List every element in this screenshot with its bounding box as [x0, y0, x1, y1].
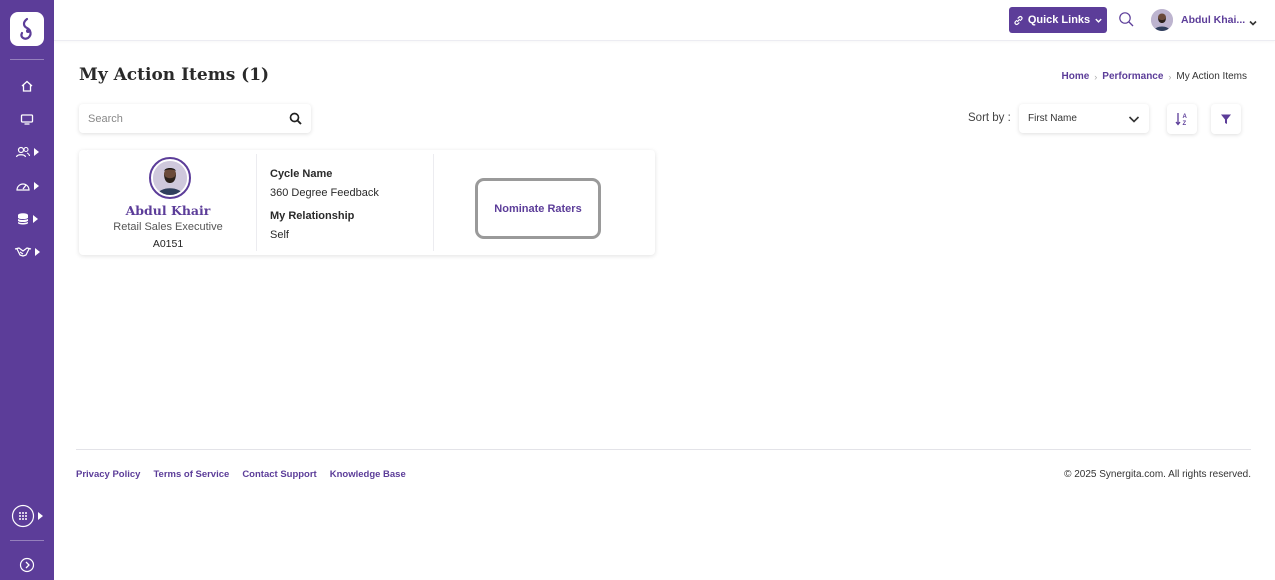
breadcrumb-home[interactable]: Home	[1061, 71, 1089, 82]
column-divider	[256, 154, 257, 251]
search-icon	[1119, 12, 1134, 27]
apps-grid-icon	[11, 504, 35, 528]
footer-link-privacy-policy[interactable]: Privacy Policy	[76, 469, 140, 480]
page-title: My Action Items (1)	[79, 65, 270, 85]
submenu-caret-icon	[38, 512, 43, 520]
chevron-down-icon	[1095, 18, 1102, 23]
user-menu-toggle[interactable]	[1248, 15, 1258, 33]
sidebar-item-desktop[interactable]	[0, 106, 54, 132]
footer-link-terms-of-service[interactable]: Terms of Service	[153, 469, 229, 480]
sort-selected-value: First Name	[1028, 113, 1077, 124]
home-icon	[21, 80, 33, 92]
search-button[interactable]	[289, 112, 302, 130]
search-icon	[289, 112, 302, 125]
svg-text:Z: Z	[1183, 121, 1187, 127]
relationship-value: Self	[270, 229, 289, 241]
action-item-card: Abdul Khair Retail Sales Executive A0151…	[79, 150, 655, 255]
logo-mark-icon	[20, 17, 32, 40]
search-input[interactable]	[79, 104, 279, 133]
avatar-photo	[153, 161, 187, 195]
sidebar-item-people[interactable]	[0, 139, 54, 165]
footer-link-knowledge-base[interactable]: Knowledge Base	[330, 469, 406, 480]
sidebar-divider	[10, 59, 44, 60]
footer-divider	[76, 449, 1251, 450]
sort-order-button[interactable]: A Z	[1167, 104, 1197, 134]
sort-alpha-icon: A Z	[1175, 113, 1188, 127]
desktop-icon	[20, 114, 34, 125]
copyright-text: © 2025 Synergita.com. All rights reserve…	[1064, 469, 1251, 480]
link-icon	[1014, 15, 1023, 25]
user-avatar[interactable]	[1151, 9, 1173, 31]
avatar-photo	[1151, 9, 1173, 31]
quick-links-button[interactable]: Quick Links	[1009, 7, 1107, 33]
chevron-down-icon	[1249, 20, 1257, 26]
breadcrumb-current: My Action Items	[1176, 71, 1247, 82]
breadcrumb-separator-icon: ›	[1168, 71, 1172, 82]
sidebar-item-apps[interactable]	[0, 503, 54, 529]
cycle-name-label: Cycle Name	[270, 168, 333, 180]
footer-link-contact-support[interactable]: Contact Support	[242, 469, 316, 480]
submenu-caret-icon	[33, 215, 38, 223]
submenu-caret-icon	[34, 182, 39, 190]
dashboard-gauge-icon	[16, 183, 30, 191]
sort-label: Sort by :	[968, 112, 1011, 124]
employee-title: Retail Sales Executive	[113, 221, 223, 233]
chevron-down-icon	[1128, 116, 1140, 123]
column-divider	[433, 154, 434, 251]
handshake-icon	[14, 247, 32, 257]
quick-links-label: Quick Links	[1027, 14, 1091, 26]
cycle-name-value: 360 Degree Feedback	[270, 187, 379, 199]
submenu-caret-icon	[34, 148, 39, 156]
people-icon	[15, 146, 31, 158]
user-name[interactable]: Abdul Khai...	[1181, 14, 1245, 26]
sidebar-item-database[interactable]	[0, 206, 54, 232]
svg-text:A: A	[1183, 114, 1188, 120]
submenu-caret-icon	[35, 248, 40, 256]
app-logo[interactable]	[10, 12, 44, 46]
sidebar	[0, 0, 54, 580]
breadcrumb: Home › Performance › My Action Items	[1061, 71, 1247, 82]
footer-links: Privacy Policy Terms of Service Contact …	[76, 469, 406, 480]
nominate-raters-button[interactable]: Nominate Raters	[475, 178, 601, 239]
sidebar-item-engagement[interactable]	[0, 239, 54, 265]
employee-id: A0151	[152, 238, 184, 250]
breadcrumb-separator-icon: ›	[1094, 71, 1098, 82]
employee-avatar	[149, 157, 191, 199]
search-box	[79, 104, 311, 133]
sort-by-dropdown[interactable]: First Name	[1019, 104, 1149, 133]
sidebar-item-dashboard[interactable]	[0, 173, 54, 199]
breadcrumb-performance[interactable]: Performance	[1102, 71, 1163, 82]
sidebar-divider	[10, 540, 44, 541]
database-icon	[17, 213, 29, 225]
top-bar: Quick Links Abdul Khai...	[54, 0, 1275, 41]
expand-icon	[19, 557, 35, 573]
sidebar-item-home[interactable]	[0, 73, 54, 99]
global-search-button[interactable]	[1118, 11, 1135, 33]
filter-button[interactable]	[1211, 104, 1241, 134]
filter-icon	[1221, 114, 1231, 124]
employee-name[interactable]: Abdul Khair	[79, 203, 257, 218]
relationship-label: My Relationship	[270, 210, 355, 222]
sidebar-expand-button[interactable]	[0, 552, 54, 578]
